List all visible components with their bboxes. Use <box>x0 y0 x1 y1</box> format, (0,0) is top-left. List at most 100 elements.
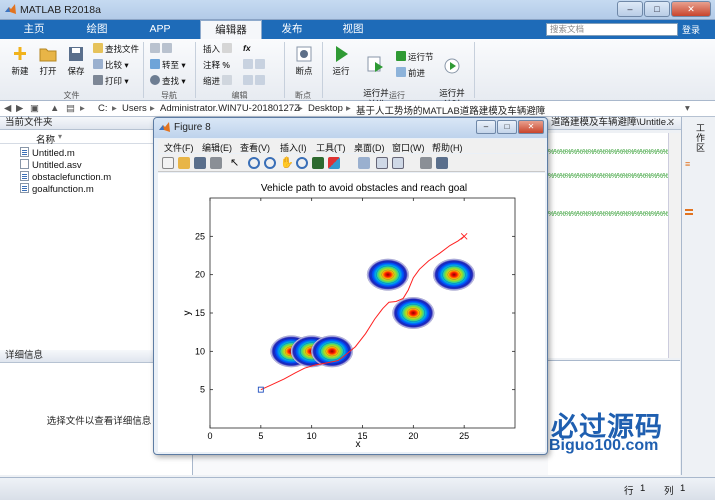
menu-tools[interactable]: 工具(T) <box>316 141 346 154</box>
comment-button[interactable]: 注释 % <box>203 59 230 71</box>
maximize-icon[interactable]: □ <box>644 1 670 17</box>
goto-button[interactable]: 转至 ▾ <box>150 59 186 71</box>
print-button[interactable]: 打印 ▾ <box>93 75 129 87</box>
menu-help[interactable]: 帮助(H) <box>432 141 463 154</box>
tab-apps[interactable]: APP <box>132 20 188 39</box>
print-icon[interactable] <box>210 157 222 169</box>
insert-icon <box>222 43 233 53</box>
new-icon <box>10 44 30 64</box>
brush-icon[interactable] <box>328 157 340 169</box>
save-label: 保存 <box>67 66 85 76</box>
figure-window[interactable]: Figure 8 – □ ✕ 文件(F) 编辑(E) 查看(V) 插入(I) 工… <box>153 117 548 455</box>
advance-button[interactable]: 前进 <box>396 67 425 79</box>
breadcrumb-drive[interactable]: C: <box>98 103 108 114</box>
data-cursor-icon[interactable] <box>312 157 324 169</box>
run-icon <box>331 44 351 64</box>
minimize-icon[interactable]: – <box>476 120 496 134</box>
figure-title-bar[interactable]: Figure 8 – □ ✕ <box>154 118 547 138</box>
hide-tools-icon[interactable] <box>420 157 432 169</box>
menu-view[interactable]: 查看(V) <box>240 141 270 154</box>
close-icon[interactable]: ✕ <box>518 120 544 134</box>
folder-open-icon[interactable] <box>178 157 190 169</box>
indent-button[interactable]: 缩进 <box>203 75 234 87</box>
find-files-button[interactable]: 查找文件 <box>93 43 139 55</box>
menu-window[interactable]: 窗口(W) <box>392 141 425 154</box>
warning-icon: ≡ <box>685 159 691 169</box>
pan-icon[interactable]: ✋ <box>280 157 294 169</box>
run-section-button[interactable]: 运行节 <box>396 51 434 63</box>
tab-publish[interactable]: 发布 <box>264 20 320 39</box>
search-input[interactable]: 搜索文档 <box>546 23 678 36</box>
list-item[interactable]: goalfunction.m <box>20 183 94 195</box>
breadcrumb-users[interactable]: Users <box>122 103 147 114</box>
column-name[interactable]: 名称 <box>36 132 55 146</box>
new-figure-icon[interactable] <box>162 157 174 169</box>
pointer-icon[interactable]: ↖ <box>230 157 242 169</box>
section-edit: 编辑 <box>231 91 248 100</box>
zoom-out-icon[interactable] <box>264 157 276 169</box>
editor-close-icon[interactable]: ✕ <box>667 117 675 129</box>
breadcrumb-folder[interactable]: 基于人工势场的MATLAB道路建模及车辆避障 <box>356 103 545 117</box>
nav-arrows[interactable] <box>150 43 174 55</box>
compare-button[interactable]: 比较 ▾ <box>93 59 129 71</box>
breadcrumb-desktop[interactable]: Desktop <box>308 103 343 114</box>
editor-scrollbar[interactable] <box>668 133 681 358</box>
file-name: obstaclefunction.m <box>32 172 112 183</box>
format-buttons[interactable] <box>243 59 267 71</box>
menu-file[interactable]: 文件(F) <box>164 141 194 154</box>
print-icon <box>93 75 103 85</box>
close-icon[interactable]: ✕ <box>671 1 711 17</box>
chart-svg[interactable]: Vehicle path to avoid obstacles and reac… <box>158 173 545 452</box>
tab-home[interactable]: 主页 <box>6 20 62 39</box>
tab-plots[interactable]: 绘图 <box>66 20 128 39</box>
zoom-in-icon[interactable] <box>248 157 260 169</box>
back-icon[interactable]: ◀ <box>4 103 11 114</box>
list-item[interactable]: obstaclefunction.m <box>20 171 111 183</box>
folder-up-icon[interactable]: ▣ <box>30 103 39 114</box>
menu-edit[interactable]: 编辑(E) <box>202 141 232 154</box>
colorbar-icon[interactable] <box>376 157 388 169</box>
list-item[interactable]: Untitled.asv <box>20 159 82 171</box>
save-button[interactable]: 保存 <box>58 41 94 77</box>
axes: 0 5 10 15 20 25510152025 <box>195 197 516 441</box>
run-time-icon <box>442 55 462 75</box>
comment-label: 注释 <box>203 60 221 70</box>
tab-editor[interactable]: 编辑器 <box>200 20 262 39</box>
maximize-icon[interactable]: □ <box>497 120 517 134</box>
legend-icon[interactable] <box>392 157 404 169</box>
list-item[interactable]: Untitled.m <box>20 147 75 159</box>
breadcrumb-user[interactable]: Administrator.WIN7U-20180127Z <box>160 103 300 114</box>
menu-desktop[interactable]: 桌面(D) <box>354 141 385 154</box>
editor-title: 道路建模及车辆避障\Untitle... <box>551 117 674 128</box>
link-plot-icon[interactable] <box>358 157 370 169</box>
matlab-logo-icon <box>159 122 170 132</box>
editor-ribbon: 新建 打开 保存 查找文件 比较 ▾ 打印 ▾ 文件 转至 ▾ 查找 ▾ 导航 … <box>0 39 715 109</box>
address-bar[interactable]: ◀ ▶ ▣ ▲ ▤ ▸ C: ▸ Users ▸ Administrator.W… <box>0 101 715 117</box>
plot-area[interactable]: Vehicle path to avoid obstacles and reac… <box>158 173 545 452</box>
rotate-icon[interactable] <box>296 157 308 169</box>
window-title: MATLAB R2018a <box>20 4 101 16</box>
tab-view[interactable]: 视图 <box>322 20 384 39</box>
dropdown-icon[interactable]: ▾ <box>685 103 690 114</box>
fx-button[interactable]: fx <box>243 42 251 54</box>
breakpoints-button[interactable]: 断点 <box>286 41 322 77</box>
chart-title: Vehicle path to avoid obstacles and reac… <box>261 183 467 194</box>
find-button[interactable]: 查找 ▾ <box>150 75 186 87</box>
workspace-label[interactable]: 工作区 <box>696 123 706 153</box>
indent-tools[interactable] <box>243 75 267 87</box>
goto-label: 转至 <box>162 60 180 70</box>
insert-button[interactable]: 插入 <box>203 43 234 55</box>
m-file-icon <box>20 147 29 157</box>
forward-icon[interactable]: ▶ <box>16 103 23 114</box>
format-icon <box>243 59 253 69</box>
x-tick-label: 20 <box>408 431 418 441</box>
browse-icon[interactable]: ▤ <box>66 103 75 114</box>
up-folder-icon[interactable]: ▲ <box>50 103 59 114</box>
minimize-icon[interactable]: – <box>617 1 643 17</box>
run-button[interactable]: 运行 <box>323 41 359 77</box>
save-icon[interactable] <box>194 157 206 169</box>
menu-insert[interactable]: 插入(I) <box>280 141 307 154</box>
code-editor[interactable]: %%%%%%%%%%%%%%%%%%%%%%%%% %%%%%%%%%%%%%%… <box>548 133 692 358</box>
dock-icon[interactable] <box>436 157 448 169</box>
login-button[interactable]: 登录 <box>682 23 700 36</box>
